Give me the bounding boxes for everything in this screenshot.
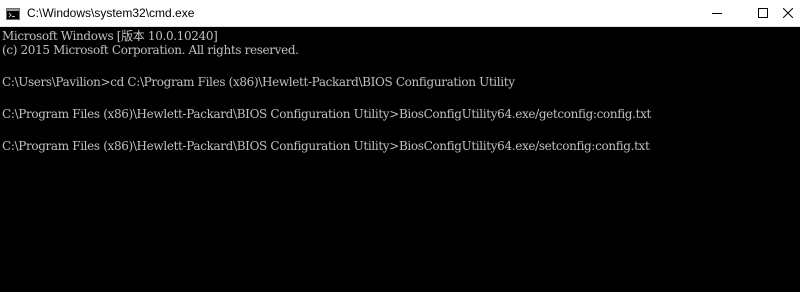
maximize-icon — [758, 8, 768, 18]
close-icon — [783, 8, 793, 18]
console-line-setconfig-command: C:\Program Files (x86)\Hewlett-Packard\B… — [2, 139, 650, 153]
console-line-getconfig-command: C:\Program Files (x86)\Hewlett-Packard\B… — [2, 107, 651, 121]
close-button[interactable] — [776, 0, 800, 26]
cmd-window: C:\Windows\system32\cmd.exe Microsoft Wi… — [0, 0, 800, 292]
console-icon — [6, 7, 20, 20]
window-title: C:\Windows\system32\cmd.exe — [27, 6, 195, 20]
minimize-button[interactable] — [694, 0, 740, 26]
title-bar[interactable]: C:\Windows\system32\cmd.exe — [0, 0, 800, 27]
console-output[interactable]: Microsoft Windows [版本 10.0.10240] (c) 20… — [0, 28, 800, 292]
console-line-cd-command: C:\Users\Pavilion>cd C:\Program Files (x… — [2, 75, 515, 89]
console-line-copyright: (c) 2015 Microsoft Corporation. All righ… — [2, 43, 299, 57]
minimize-icon — [712, 8, 722, 18]
